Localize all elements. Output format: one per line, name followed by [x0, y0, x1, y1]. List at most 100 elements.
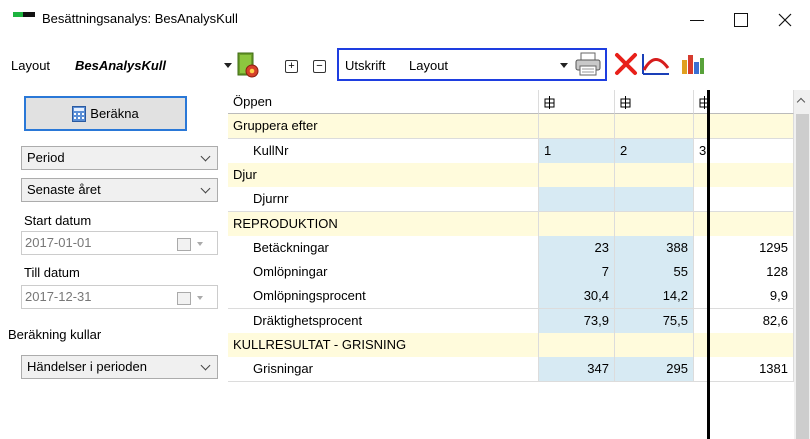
grid-cell[interactable]: 73,9 — [539, 309, 615, 334]
column-header[interactable] — [615, 90, 694, 115]
grid-cell[interactable] — [539, 163, 615, 188]
grid-cell[interactable]: 23 — [539, 236, 615, 261]
close-icon — [778, 13, 792, 27]
column-expand-icon[interactable] — [544, 96, 555, 110]
results-grid: Öppen Gruppera efter KullNr 1 2 3 Djur Djurnr RE… — [228, 90, 810, 439]
grid-cell[interactable]: 128 — [710, 260, 794, 285]
column-header-label: Öppen — [228, 90, 539, 115]
grid-cell[interactable] — [710, 187, 794, 212]
calc-litters-select[interactable]: Händelser i perioden — [21, 355, 218, 379]
grid-cell[interactable]: 14,2 — [615, 284, 694, 309]
grid-cell[interactable] — [615, 212, 694, 237]
date-dropdown-arrow-icon[interactable] — [197, 242, 203, 246]
grid-cell[interactable]: 1381 — [710, 357, 794, 382]
grid-row-label: Djurnr — [228, 187, 539, 212]
start-date-label: Start datum — [24, 213, 92, 228]
layout-label: Layout — [11, 58, 51, 73]
calculator-icon — [72, 105, 87, 122]
end-date-label: Till datum — [24, 265, 80, 280]
grid-cell[interactable] — [710, 139, 794, 164]
collapse-all-button[interactable]: − — [313, 60, 326, 73]
grid-cell[interactable]: 295 — [615, 357, 694, 382]
delete-icon[interactable] — [614, 52, 638, 76]
date-dropdown-arrow-icon[interactable] — [197, 296, 203, 300]
chevron-down-icon — [200, 183, 211, 194]
minimize-icon — [690, 19, 704, 21]
chevron-down-icon — [200, 360, 211, 371]
grid-cell[interactable]: 30,4 — [539, 284, 615, 309]
grid-cell[interactable] — [539, 212, 615, 237]
column-split-line — [707, 90, 710, 439]
maximize-icon — [734, 13, 748, 27]
grid-cell[interactable] — [539, 187, 615, 212]
grid-row-label: Betäckningar — [228, 236, 539, 261]
grid-cell[interactable]: 347 — [539, 357, 615, 382]
range-select-value: Senaste året — [27, 182, 101, 197]
start-date-field[interactable]: 2017-01-01 — [21, 231, 218, 255]
chart-curve-icon[interactable] — [641, 52, 671, 76]
scrollbar-thumb[interactable] — [796, 114, 809, 439]
printer-icon[interactable] — [575, 52, 601, 76]
app-icon — [13, 12, 35, 22]
grid-cell[interactable] — [710, 212, 794, 237]
calendar-icon[interactable] — [177, 238, 191, 251]
grid-cell[interactable]: 9,9 — [710, 284, 794, 309]
title-bar: Besättningsanalys: BesAnalysKull — [0, 0, 810, 38]
period-select-value: Period — [27, 150, 65, 165]
grid-cell[interactable]: 7 — [539, 260, 615, 285]
grid-cell[interactable]: 82,6 — [710, 309, 794, 334]
window-title: Besättningsanalys: BesAnalysKull — [42, 11, 238, 26]
grid-row-label: Omlöpningsprocent — [228, 284, 539, 309]
grid-cell[interactable]: 1295 — [710, 236, 794, 261]
grid-cell[interactable] — [615, 114, 694, 139]
grid-row-label: Dräktighetsprocent — [228, 309, 539, 334]
utskrift-label: Utskrift — [345, 58, 386, 73]
book-settings-icon[interactable] — [236, 52, 260, 79]
toolbar: Layout BesAnalysKull + − Utskrift Layout — [0, 44, 810, 86]
expand-all-button[interactable]: + — [285, 60, 298, 73]
grid-cell[interactable] — [615, 333, 694, 358]
column-header[interactable] — [710, 90, 794, 115]
grid-cell[interactable]: 388 — [615, 236, 694, 261]
grid-cell[interactable] — [710, 333, 794, 358]
grid-section-header: KULLRESULTAT - GRISNING — [228, 333, 539, 358]
grid-cell[interactable] — [710, 114, 794, 139]
grid-cell[interactable]: 1 — [539, 139, 615, 164]
grid-cell[interactable] — [615, 163, 694, 188]
layout-select[interactable]: BesAnalysKull — [75, 58, 166, 73]
grid-section-header: Gruppera efter — [228, 114, 539, 139]
grid-cell[interactable]: 75,5 — [615, 309, 694, 334]
grid-section-header: REPRODUKTION — [228, 212, 539, 237]
grid-row-label: Omlöpningar — [228, 260, 539, 285]
close-button[interactable] — [765, 6, 805, 34]
calendar-icon[interactable] — [177, 292, 191, 305]
calculate-button-label: Beräkna — [90, 106, 139, 121]
grid-cell[interactable] — [615, 187, 694, 212]
grid-row-label: KullNr — [228, 139, 539, 164]
grid-cell[interactable] — [539, 114, 615, 139]
minimize-button[interactable] — [677, 6, 717, 34]
layout-dropdown-arrow-icon[interactable] — [224, 63, 232, 68]
utskrift-select[interactable]: Layout — [409, 58, 448, 73]
grid-cell[interactable] — [710, 163, 794, 188]
column-header[interactable] — [539, 90, 615, 115]
grid-section-header: Djur — [228, 163, 539, 188]
end-date-value: 2017-12-31 — [25, 289, 92, 304]
start-date-value: 2017-01-01 — [25, 235, 92, 250]
bar-chart-icon[interactable] — [680, 52, 706, 76]
chevron-down-icon — [200, 151, 211, 162]
range-select[interactable]: Senaste året — [21, 178, 218, 202]
end-date-field[interactable]: 2017-12-31 — [21, 285, 218, 309]
grid-cell[interactable]: 55 — [615, 260, 694, 285]
grid-cell[interactable] — [539, 333, 615, 358]
calc-litters-label: Beräkning kullar — [8, 327, 102, 342]
grid-row-label: Grisningar — [228, 357, 539, 382]
period-select[interactable]: Period — [21, 146, 218, 170]
maximize-button[interactable] — [721, 6, 761, 34]
grid-cell[interactable]: 2 — [615, 139, 694, 164]
column-expand-icon[interactable] — [620, 96, 631, 110]
left-panel — [0, 86, 228, 439]
utskrift-dropdown-arrow-icon[interactable] — [560, 63, 568, 68]
calc-litters-value: Händelser i perioden — [27, 359, 147, 374]
calculate-button[interactable]: Beräkna — [24, 96, 187, 131]
